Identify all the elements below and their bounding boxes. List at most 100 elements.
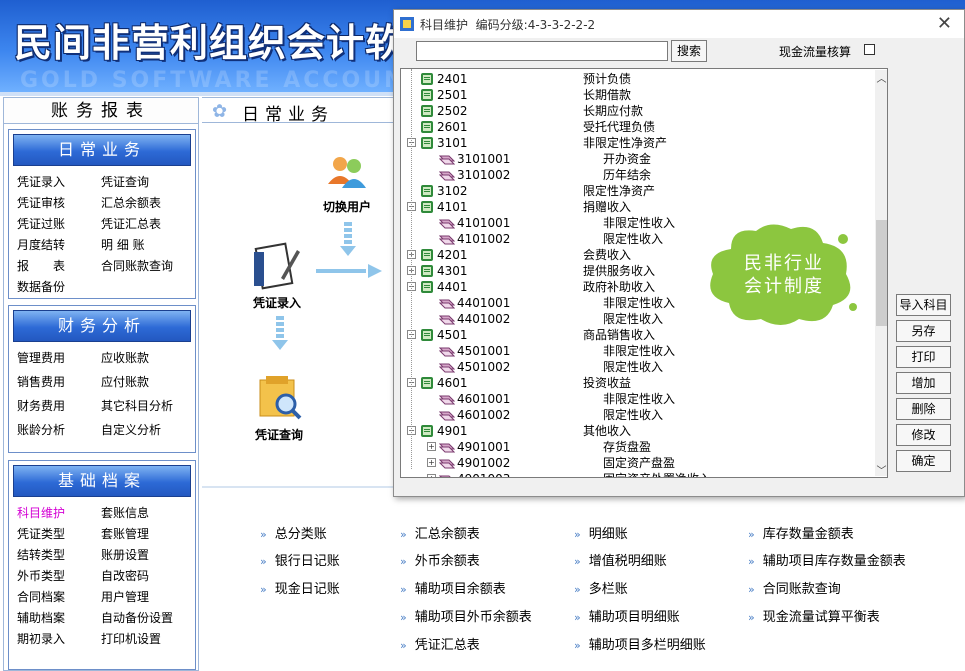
tree-row[interactable]: 2502 长期应付款 xyxy=(401,103,871,119)
tree-row[interactable]: 4601002 限定性收入 xyxy=(401,407,871,423)
menu-item[interactable]: 财务费用 xyxy=(17,396,101,417)
menu-item[interactable]: 打印机设置 xyxy=(101,629,201,650)
search-button[interactable]: 搜索 xyxy=(671,40,707,62)
menu-item[interactable]: 用户管理 xyxy=(101,587,201,608)
tree-row[interactable]: 3101002 历年结余 xyxy=(401,167,871,183)
tree-row[interactable]: +4901002 固定资产盘盈 xyxy=(401,455,871,471)
menu-item[interactable]: 月度结转 xyxy=(17,235,101,256)
menu-item[interactable]: 应收账款 xyxy=(101,348,201,369)
menu-item[interactable]: 应付账款 xyxy=(101,372,201,393)
report-link[interactable]: » 多栏账 xyxy=(574,578,628,597)
confirm-button[interactable]: 确定 xyxy=(896,450,951,472)
menu-item[interactable]: 自动备份设置 xyxy=(101,608,201,629)
tree-row[interactable]: −4901 其他收入 xyxy=(401,423,871,439)
basics-section-title[interactable]: 基础档案 xyxy=(13,465,191,497)
menu-item[interactable]: 合同账款查询 xyxy=(101,256,201,277)
menu-item[interactable]: 其它科目分析 xyxy=(101,396,201,417)
report-link[interactable]: » 辅助项目多栏明细账 xyxy=(574,634,706,653)
tree-row[interactable]: 3101001 开办资金 xyxy=(401,151,871,167)
report-link[interactable]: » 总分类账 xyxy=(260,523,327,542)
report-link[interactable]: » 增值税明细账 xyxy=(574,550,667,569)
tree-row[interactable]: +4901001 存货盘盈 xyxy=(401,439,871,455)
menu-item[interactable]: 数据备份 xyxy=(17,277,101,298)
menu-item[interactable]: 凭证审核 xyxy=(17,193,101,214)
report-link[interactable]: » 汇总余额表 xyxy=(400,523,480,542)
report-link[interactable]: » 现金日记账 xyxy=(260,578,340,597)
tree-row[interactable]: +4901003 固定资产处置净收入 xyxy=(401,471,871,477)
tree-row[interactable]: −4101 捐赠收入 xyxy=(401,199,871,215)
report-link[interactable]: » 库存数量金额表 xyxy=(748,523,854,542)
expand-icon[interactable]: + xyxy=(427,474,436,477)
voucher-query-button[interactable]: 凭证查询 xyxy=(242,374,316,443)
menu-item[interactable]: 科目维护 xyxy=(17,503,101,524)
save-as-button[interactable]: 另存 xyxy=(896,320,951,342)
menu-item[interactable]: 凭证汇总表 xyxy=(101,214,201,235)
menu-item[interactable]: 自定义分析 xyxy=(101,420,201,441)
tree-row[interactable]: 2601 受托代理负债 xyxy=(401,119,871,135)
tree-row[interactable]: 4601001 非限定性收入 xyxy=(401,391,871,407)
menu-item[interactable]: 套账信息 xyxy=(101,503,201,524)
tree-row[interactable]: 4501001 非限定性收入 xyxy=(401,343,871,359)
menu-item[interactable]: 管理费用 xyxy=(17,348,101,369)
daily-section-title[interactable]: 日常业务 xyxy=(13,134,191,166)
scroll-up-icon[interactable]: ︿ xyxy=(875,70,887,85)
menu-item[interactable]: 汇总余额表 xyxy=(101,193,201,214)
tree-row[interactable]: 2401 预计负债 xyxy=(401,71,871,87)
report-link[interactable]: » 辅助项目库存数量金额表 xyxy=(748,550,906,569)
voucher-entry-button[interactable]: 凭证录入 xyxy=(242,242,312,311)
switch-user-button[interactable]: 切换用户 xyxy=(312,154,382,215)
expand-icon[interactable]: + xyxy=(427,458,436,467)
tree-scrollbar[interactable]: ︿ ﹀ xyxy=(875,70,887,477)
search-input[interactable] xyxy=(416,41,668,61)
tree-row[interactable]: −4501 商品销售收入 xyxy=(401,327,871,343)
add-button[interactable]: 增加 xyxy=(896,372,951,394)
import-accounts-button[interactable]: 导入科目 xyxy=(896,294,951,316)
menu-item[interactable]: 套账管理 xyxy=(101,524,201,545)
menu-item[interactable]: 外币类型 xyxy=(17,566,101,587)
menu-item[interactable]: 凭证查询 xyxy=(101,172,201,193)
tree-row[interactable]: −3101 非限定性净资产 xyxy=(401,135,871,151)
account-tree[interactable]: 2401 预计负债 2501 长期借款 2502 长期应付款 2601 受托代理负债 −3101… xyxy=(400,68,888,478)
report-link[interactable]: » 凭证汇总表 xyxy=(400,634,480,653)
report-link[interactable]: » 辅助项目明细账 xyxy=(574,606,680,625)
menu-item[interactable]: 账册设置 xyxy=(101,545,201,566)
menu-item[interactable]: 自改密码 xyxy=(101,566,201,587)
scroll-thumb[interactable] xyxy=(876,220,887,326)
expand-icon[interactable]: + xyxy=(427,442,436,451)
report-link[interactable]: » 合同账款查询 xyxy=(748,578,841,597)
menu-item[interactable]: 期初录入 xyxy=(17,629,101,650)
account-name: 政府补助收入 xyxy=(583,280,656,294)
tree-row[interactable]: −4601 投资收益 xyxy=(401,375,871,391)
report-link[interactable]: » 现金流量试算平衡表 xyxy=(748,606,880,625)
edit-button[interactable]: 修改 xyxy=(896,424,951,446)
tree-row[interactable]: 4501002 限定性收入 xyxy=(401,359,871,375)
menu-item[interactable]: 结转类型 xyxy=(17,545,101,566)
account-name: 预计负债 xyxy=(583,72,632,86)
menu-item[interactable]: 账龄分析 xyxy=(17,420,101,441)
finance-section-title[interactable]: 财务分析 xyxy=(13,310,191,342)
menu-item[interactable]: 凭证过账 xyxy=(17,214,101,235)
menu-item[interactable]: 合同档案 xyxy=(17,587,101,608)
bullet-icon: » xyxy=(574,639,581,652)
close-icon[interactable]: ✕ xyxy=(937,13,952,34)
account-code: 3101002 xyxy=(457,168,511,182)
menu-item[interactable]: 辅助档案 xyxy=(17,608,101,629)
report-link[interactable]: » 辅助项目外币余额表 xyxy=(400,606,532,625)
menu-item[interactable]: 报 表 xyxy=(17,256,101,277)
account-name: 商品销售收入 xyxy=(583,328,656,342)
menu-item[interactable]: 销售费用 xyxy=(17,372,101,393)
tree-row[interactable]: 2501 长期借款 xyxy=(401,87,871,103)
account-name: 其他收入 xyxy=(583,424,632,438)
tree-row[interactable]: 3102 限定性净资产 xyxy=(401,183,871,199)
report-link[interactable]: » 明细账 xyxy=(574,523,628,542)
report-link[interactable]: » 外币余额表 xyxy=(400,550,480,569)
report-link[interactable]: » 辅助项目余额表 xyxy=(400,578,506,597)
delete-button[interactable]: 删除 xyxy=(896,398,951,420)
cashflow-checkbox[interactable] xyxy=(864,44,875,55)
scroll-down-icon[interactable]: ﹀ xyxy=(875,462,887,477)
print-button[interactable]: 打印 xyxy=(896,346,951,368)
menu-item[interactable]: 明 细 账 xyxy=(101,235,201,256)
menu-item[interactable]: 凭证类型 xyxy=(17,524,101,545)
report-link[interactable]: » 银行日记账 xyxy=(260,550,340,569)
menu-item[interactable]: 凭证录入 xyxy=(17,172,101,193)
